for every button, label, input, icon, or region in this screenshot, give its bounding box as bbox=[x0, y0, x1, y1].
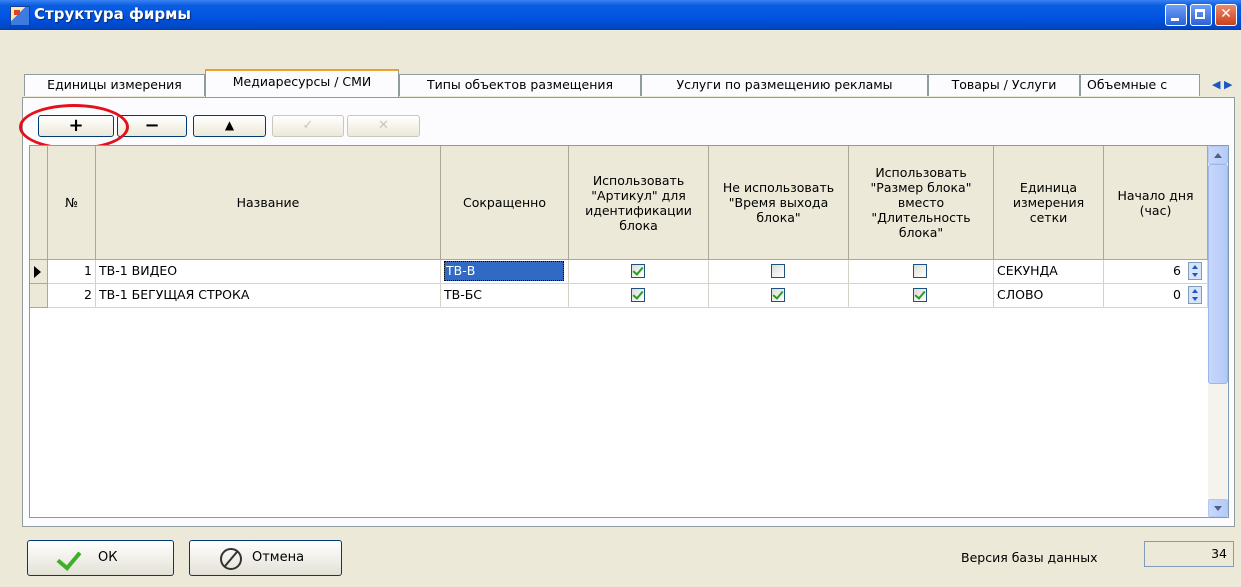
tab-media-resources[interactable]: Медиаресурсы / СМИ bbox=[205, 69, 399, 97]
chevron-right-icon[interactable]: ▶ bbox=[1224, 78, 1232, 91]
spinner-icon[interactable] bbox=[1188, 286, 1202, 304]
window-title: Структура фирмы bbox=[34, 5, 191, 23]
cell-unit[interactable]: СЛОВО bbox=[994, 284, 1104, 308]
cancel-label: Отмена bbox=[252, 550, 305, 565]
delete-button[interactable]: ✕ bbox=[347, 115, 420, 137]
title-bar[interactable]: Структура фирмы ✕ bbox=[0, 0, 1241, 30]
col-header-unit[interactable]: Единица измерения сетки bbox=[994, 146, 1104, 260]
cell-short-selected[interactable]: ТВ-В bbox=[444, 261, 564, 281]
tab-scroll-arrows[interactable]: ◀ ▶ bbox=[1212, 75, 1241, 95]
cell-day-start[interactable]: 0 bbox=[1104, 284, 1208, 308]
checkbox-no-exit-time[interactable] bbox=[771, 264, 785, 278]
db-version-label: Версия базы данных bbox=[961, 550, 1098, 565]
edit-button[interactable]: ✓ bbox=[272, 115, 344, 137]
ok-label: ОК bbox=[98, 550, 118, 565]
ok-button[interactable]: ОК bbox=[27, 540, 174, 576]
tab-placement-services[interactable]: Услуги по размещению рекламы bbox=[641, 74, 928, 96]
row-selector-header bbox=[30, 146, 48, 260]
media-grid[interactable]: № Название Сокращенно Использовать "Арти… bbox=[29, 145, 1229, 518]
move-up-button[interactable]: ▲ bbox=[193, 115, 266, 137]
cancel-icon bbox=[220, 548, 242, 570]
checkbox-article[interactable] bbox=[631, 264, 645, 278]
checkbox-no-exit-time[interactable] bbox=[771, 288, 785, 302]
tab-placement-object-types[interactable]: Типы объектов размещения bbox=[399, 74, 641, 96]
minimize-button[interactable] bbox=[1165, 4, 1187, 26]
maximize-button[interactable] bbox=[1190, 4, 1212, 26]
col-header-block-size[interactable]: Использовать "Размер блока" вместо "Длит… bbox=[849, 146, 994, 260]
cell-no-exit-time[interactable] bbox=[709, 260, 849, 284]
row-selector[interactable] bbox=[30, 260, 48, 284]
cell-article[interactable] bbox=[569, 284, 709, 308]
tab-goods-services[interactable]: Товары / Услуги bbox=[928, 74, 1080, 96]
tab-strip: Единицы измерения Медиаресурсы / СМИ Тип… bbox=[22, 69, 1235, 98]
cell-num[interactable]: 1 bbox=[48, 260, 96, 284]
scroll-up-icon[interactable] bbox=[1208, 146, 1228, 164]
day-start-value: 0 bbox=[1173, 287, 1181, 302]
col-header-short[interactable]: Сокращенно bbox=[441, 146, 569, 260]
chevron-left-icon[interactable]: ◀ bbox=[1212, 78, 1220, 91]
col-header-name[interactable]: Название bbox=[96, 146, 441, 260]
tab-units[interactable]: Единицы измерения bbox=[24, 74, 205, 96]
row-selector[interactable] bbox=[30, 284, 48, 308]
spinner-icon[interactable] bbox=[1188, 262, 1202, 280]
tab-volume[interactable]: Объемные с bbox=[1080, 74, 1200, 96]
cell-no-exit-time[interactable] bbox=[709, 284, 849, 308]
day-start-value: 6 bbox=[1173, 263, 1181, 278]
close-button[interactable]: ✕ bbox=[1215, 4, 1237, 26]
cell-name[interactable]: ТВ-1 БЕГУЩАЯ СТРОКА bbox=[96, 284, 441, 308]
cell-short[interactable]: ТВ-БС bbox=[441, 284, 569, 308]
scroll-down-icon[interactable] bbox=[1208, 499, 1228, 517]
cell-unit[interactable]: СЕКУНДА bbox=[994, 260, 1104, 284]
checkmark-icon bbox=[56, 545, 82, 571]
app-icon bbox=[10, 6, 30, 26]
checkbox-block-size[interactable] bbox=[913, 264, 927, 278]
col-header-no-exit-time[interactable]: Не использовать "Время выхода блока" bbox=[709, 146, 849, 260]
cell-name[interactable]: ТВ-1 ВИДЕО bbox=[96, 260, 441, 284]
db-version-field: 34 bbox=[1144, 541, 1234, 567]
cell-day-start[interactable]: 6 bbox=[1104, 260, 1208, 284]
checkbox-article[interactable] bbox=[631, 288, 645, 302]
scroll-thumb[interactable] bbox=[1208, 164, 1228, 384]
firm-structure-window: Структура фирмы ✕ Единицы измерения Меди… bbox=[0, 0, 1241, 587]
cancel-button[interactable]: Отмена bbox=[189, 540, 342, 576]
highlight-circle bbox=[19, 104, 129, 150]
cell-block-size[interactable] bbox=[849, 284, 994, 308]
cell-short[interactable]: ТВ-В bbox=[441, 260, 569, 284]
cell-block-size[interactable] bbox=[849, 260, 994, 284]
cell-article[interactable] bbox=[569, 260, 709, 284]
col-header-article[interactable]: Использовать "Артикул" для идентификации… bbox=[569, 146, 709, 260]
current-row-arrow-icon bbox=[34, 266, 41, 278]
checkbox-block-size[interactable] bbox=[913, 288, 927, 302]
col-header-num[interactable]: № bbox=[48, 146, 96, 260]
cell-num[interactable]: 2 bbox=[48, 284, 96, 308]
vertical-scrollbar[interactable] bbox=[1208, 146, 1228, 517]
col-header-day-start[interactable]: Начало дня (час) bbox=[1104, 146, 1208, 260]
